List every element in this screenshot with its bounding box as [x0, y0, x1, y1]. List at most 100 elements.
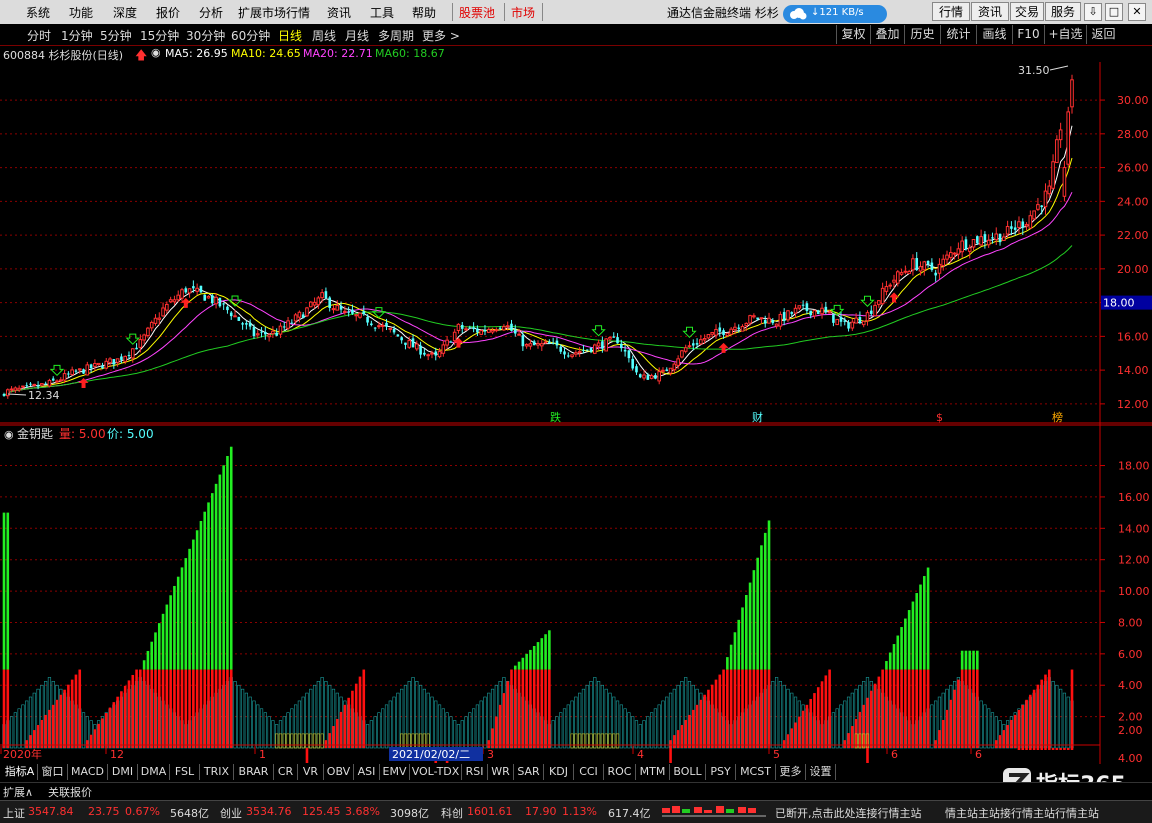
draw-line-button[interactable]: 画线: [976, 25, 1012, 44]
indicator-tab-17[interactable]: KDJ: [544, 764, 574, 780]
quote-button[interactable]: 行情: [932, 2, 970, 21]
f10-button[interactable]: F10: [1012, 25, 1044, 44]
event-tag-finance[interactable]: 财: [752, 410, 763, 424]
period-60min[interactable]: 60分钟: [231, 27, 270, 44]
menu-tools[interactable]: 工具: [370, 4, 394, 21]
menu-function[interactable]: 功能: [69, 4, 93, 21]
indicator-tab-18[interactable]: CCI: [574, 764, 604, 780]
candle: [184, 286, 188, 294]
extend-toggle[interactable]: 扩展∧: [3, 784, 33, 800]
indicator-volume-label: 量: 5.00: [59, 427, 106, 441]
indicator-bar: [32, 692, 36, 749]
period-multi[interactable]: 多周期: [378, 27, 414, 44]
buy-signal-arrow: [718, 342, 729, 353]
overlay-button[interactable]: 叠加: [870, 25, 904, 44]
candle: [404, 342, 407, 350]
indicator-tab-9[interactable]: VR: [298, 764, 324, 780]
trade-button[interactable]: 交易: [1010, 2, 1044, 21]
indicator-tab-8[interactable]: CR: [274, 764, 298, 780]
menu-system[interactable]: 系统: [26, 4, 50, 21]
indicator-tab-4[interactable]: DMA: [138, 764, 170, 780]
statistics-button[interactable]: 统计: [940, 25, 976, 44]
menu-extended-market[interactable]: 扩展市场行情: [238, 4, 310, 21]
menu-analysis[interactable]: 分析: [199, 4, 223, 21]
candle: [922, 260, 927, 276]
candle: [373, 327, 377, 332]
indicator-tab-5[interactable]: FSL: [170, 764, 200, 780]
candle: [40, 383, 44, 387]
close-icon[interactable]: ✕: [1128, 3, 1146, 21]
indicator-bar: [55, 684, 59, 749]
indicator-tab-10[interactable]: OBV: [324, 764, 354, 780]
maximize-icon[interactable]: □: [1105, 3, 1123, 21]
menu-help[interactable]: 帮助: [412, 4, 436, 21]
indicator-tab-3[interactable]: DMI: [108, 764, 138, 780]
connection-message[interactable]: 已断开,点击此处连接行情主站: [775, 805, 922, 821]
period-15min[interactable]: 15分钟: [140, 27, 179, 44]
period-1min[interactable]: 1分钟: [61, 27, 93, 44]
indicator-tab-0[interactable]: 指标A: [2, 764, 38, 780]
service-button[interactable]: 服务: [1045, 2, 1081, 21]
indicator-tab-15[interactable]: WR: [488, 764, 514, 780]
indicator-tab-6[interactable]: TRIX: [200, 764, 234, 780]
indicator-tab-21[interactable]: BOLL: [670, 764, 706, 780]
menu-news[interactable]: 资讯: [327, 4, 351, 21]
indicator-tab-1[interactable]: 窗口: [38, 764, 68, 780]
indicator-bar: [358, 676, 362, 749]
indicator-tab-11[interactable]: ASI: [354, 764, 380, 780]
indicator-tab-12[interactable]: EMV: [380, 764, 410, 780]
indicator-bar: [793, 696, 798, 749]
collapse-circle-icon[interactable]: ◉: [4, 428, 14, 441]
indicator-bar: [1051, 681, 1055, 750]
period-daily[interactable]: 日线: [278, 27, 302, 44]
cloud-speed-badge[interactable]: ↓121 KB/s: [783, 5, 887, 23]
indicator-tab-16[interactable]: SAR: [514, 764, 544, 780]
menu-depth[interactable]: 深度: [113, 4, 137, 21]
cy-index-change: 125.45: [302, 805, 341, 818]
menu-stock-pool[interactable]: 股票池: [459, 4, 495, 21]
event-tag-rank[interactable]: 榜: [1052, 410, 1063, 424]
indicator-tab-19[interactable]: ROC: [604, 764, 636, 780]
indicator-tab-20[interactable]: MTM: [636, 764, 670, 780]
period-more[interactable]: 更多 >: [422, 27, 460, 44]
candle: [593, 343, 597, 355]
indicator-tab-7[interactable]: BRAR: [234, 764, 274, 780]
minimize-icon[interactable]: ⇩: [1084, 3, 1102, 21]
indicator-tab-23[interactable]: MCST: [736, 764, 776, 780]
indicator-bar: [472, 708, 476, 749]
add-watchlist-button[interactable]: +自选: [1044, 25, 1086, 44]
candlestick-chart[interactable]: 30.00 28.00 26.00 24.00 22.00 20.00 18.00 16.00…: [0, 62, 1152, 424]
indicator-tab-22[interactable]: PSY: [706, 764, 736, 780]
indicator-tab-24[interactable]: 更多: [776, 764, 806, 780]
indicator-tab-13[interactable]: VOL-TDX: [410, 764, 462, 780]
market-bars-icon[interactable]: [660, 804, 768, 820]
back-button[interactable]: 返回: [1086, 25, 1120, 44]
period-weekly[interactable]: 周线: [312, 27, 336, 44]
candle: [1002, 233, 1006, 242]
indicator-bar: [551, 720, 555, 749]
event-tag-dollar[interactable]: $: [936, 411, 943, 424]
period-5min[interactable]: 5分钟: [100, 27, 132, 44]
period-30min[interactable]: 30分钟: [186, 27, 225, 44]
news-button[interactable]: 资讯: [971, 2, 1009, 21]
indicator-chart[interactable]: 18.0016.0014.0012.0010.008.006.004.002.0…: [0, 424, 1152, 764]
menu-market[interactable]: 市场: [511, 4, 535, 21]
candle: [680, 349, 684, 359]
related-quotes-tab[interactable]: 关联报价: [48, 784, 92, 800]
event-tag-fall[interactable]: 跌: [550, 410, 561, 424]
indicator-bar: [653, 708, 658, 749]
indicator-bar: [229, 446, 233, 749]
indicator-tab-14[interactable]: RSI: [462, 764, 488, 780]
period-monthly[interactable]: 月线: [345, 27, 369, 44]
indicator-tab-25[interactable]: 设置: [806, 764, 836, 780]
menu-quote[interactable]: 报价: [156, 4, 180, 21]
history-button[interactable]: 历史: [904, 25, 940, 44]
dropdown-circle-icon[interactable]: ◉: [151, 46, 161, 59]
indicator-tab-2[interactable]: MACD: [68, 764, 108, 780]
indicator-bar: [744, 595, 748, 749]
period-tick[interactable]: 分时: [27, 27, 51, 44]
indicator-bar: [400, 688, 404, 749]
indicator-bar: [956, 677, 960, 749]
restore-rights-button[interactable]: 复权: [836, 25, 870, 44]
candle: [135, 343, 138, 350]
